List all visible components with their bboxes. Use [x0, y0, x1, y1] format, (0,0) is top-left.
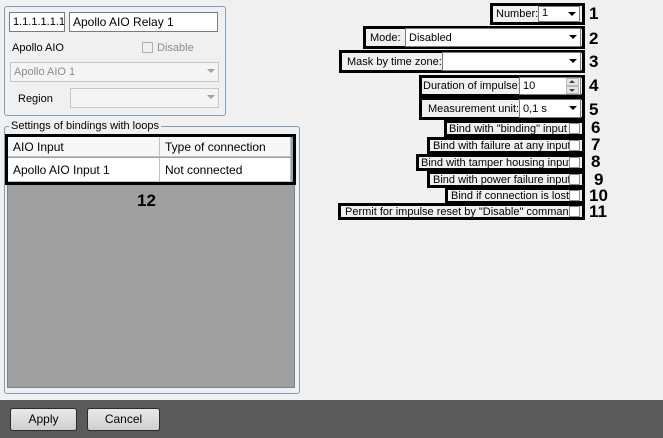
bind-binding-checkbox[interactable]	[569, 123, 580, 134]
callout-1: 1	[589, 4, 599, 23]
callout-12: 12	[137, 191, 156, 210]
callout-3: 3	[589, 52, 599, 71]
bind-tamper-checkbox[interactable]	[569, 157, 580, 168]
permit-reset-checkbox[interactable]	[569, 206, 580, 217]
callout-5: 5	[589, 100, 599, 119]
number-label: Number:	[496, 8, 539, 20]
region-label: Region	[18, 93, 53, 105]
spin-down-button[interactable]	[566, 86, 579, 94]
bind-binding-label: Bind with "binding" input	[449, 123, 567, 135]
apply-button[interactable]: Apply	[10, 408, 77, 431]
permit-reset-label: Permit for impulse reset by "Disable" co…	[345, 206, 575, 218]
parent-select[interactable]: Apollo AIO 1	[10, 62, 219, 82]
duration-input[interactable]: 10	[519, 77, 581, 95]
duration-label: Duration of impulse:	[423, 80, 521, 92]
region-select[interactable]	[70, 88, 219, 108]
bindings-table-highlight	[5, 134, 296, 185]
mode-select[interactable]: Disabled	[405, 28, 581, 47]
disable-label: Disable	[157, 42, 194, 54]
disable-checkbox[interactable]	[142, 42, 153, 53]
chevron-down-icon	[569, 35, 577, 39]
callout-2: 2	[589, 29, 599, 48]
arrow-up-icon	[569, 80, 575, 83]
unit-select-value: 0,1 s	[523, 103, 547, 115]
unit-select[interactable]: 0,1 s	[519, 99, 581, 118]
chevron-down-icon	[568, 12, 576, 16]
duration-value: 10	[523, 80, 536, 92]
unit-label: Measurement unit:	[428, 103, 520, 115]
callout-8: 8	[591, 152, 601, 171]
number-select[interactable]: 1	[538, 6, 580, 22]
bind-failure-label: Bind with failure at any input	[433, 140, 571, 152]
number-select-value: 1	[542, 7, 549, 19]
chevron-down-icon	[569, 59, 577, 63]
chevron-down-icon	[207, 95, 215, 99]
bind-tamper-label: Bind with tamper housing input	[421, 157, 572, 169]
spin-up-button[interactable]	[566, 78, 579, 86]
arrow-down-icon	[569, 89, 575, 92]
chevron-down-icon	[569, 106, 577, 110]
bindings-group-title: Settings of bindings with loops	[9, 119, 161, 133]
mode-label: Mode:	[370, 32, 401, 44]
mode-select-value: Disabled	[409, 32, 452, 44]
callout-4: 4	[589, 76, 599, 95]
callout-11: 11	[589, 202, 607, 221]
mask-select[interactable]	[442, 52, 581, 71]
parent-label: Apollo AIO	[12, 42, 64, 54]
bind-connection-lost-label: Bind if connection is lost	[451, 190, 570, 202]
chevron-down-icon	[207, 69, 215, 73]
parent-select-value: Apollo AIO 1	[14, 66, 76, 78]
bind-connection-lost-checkbox[interactable]	[569, 190, 580, 201]
cancel-button[interactable]: Cancel	[87, 408, 160, 431]
mask-label: Mask by time zone:	[347, 56, 442, 68]
object-id-field[interactable]: 1.1.1.1.1.1	[9, 12, 65, 32]
bind-failure-checkbox[interactable]	[569, 140, 580, 151]
bind-power-checkbox[interactable]	[569, 174, 580, 185]
bind-power-label: Bind with power failure input	[433, 174, 571, 186]
object-name-input[interactable]: Apollo AIO Relay 1	[69, 12, 218, 32]
